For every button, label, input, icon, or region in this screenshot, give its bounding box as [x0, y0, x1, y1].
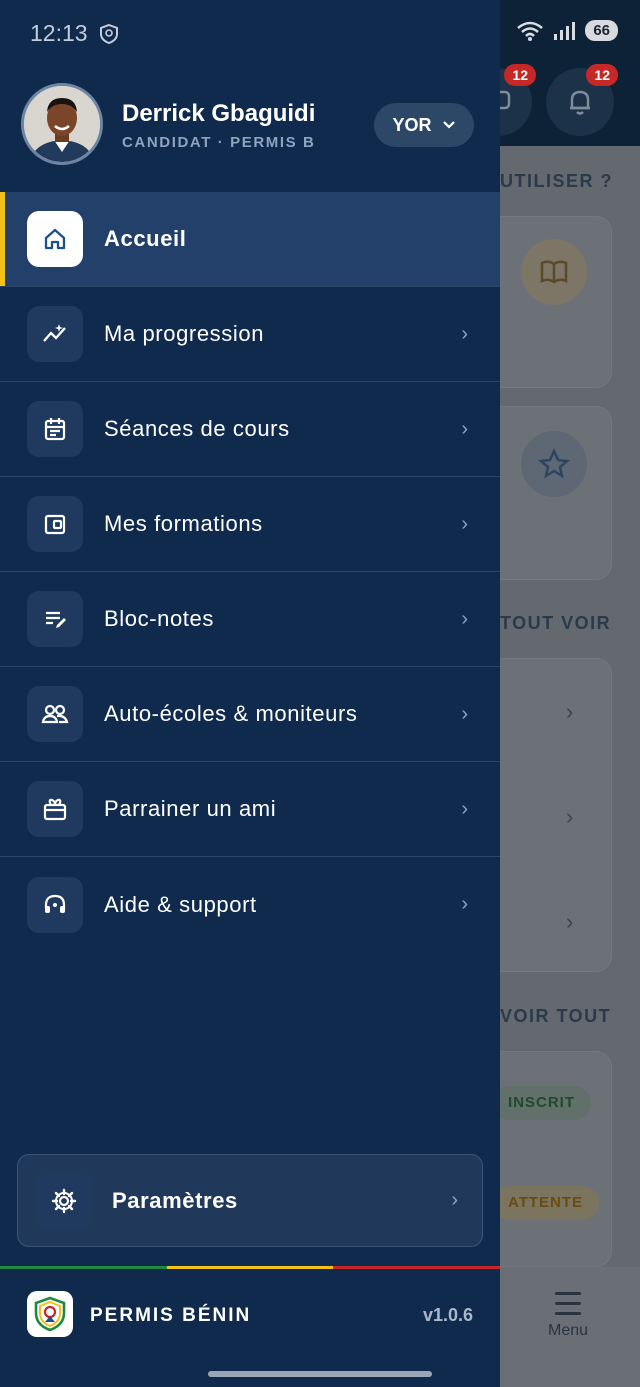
nav-item-label: Parrainer un ami	[104, 796, 277, 821]
star-badge	[521, 431, 587, 497]
home-indicator[interactable]	[208, 1371, 432, 1377]
menu-tab-label: Menu	[547, 1322, 589, 1339]
nav-item-parrainer[interactable]: Parrainer un ami ›	[0, 762, 500, 857]
notes-icon	[27, 591, 83, 647]
brand-name: PERMIS BÉNIN	[90, 1305, 252, 1326]
chevron-right-icon: ›	[461, 797, 468, 820]
nav-item-label: Aide & support	[104, 891, 257, 917]
chevron-right-icon[interactable]: ›	[566, 699, 573, 725]
chevron-right-icon: ›	[461, 417, 468, 440]
chevron-right-icon: ›	[461, 512, 468, 535]
gift-icon	[27, 781, 83, 837]
chevron-down-icon	[442, 121, 455, 129]
status-badge: INSCRIT	[492, 1086, 591, 1120]
menu-icon	[536, 1292, 600, 1315]
avatar-image	[24, 86, 100, 162]
battery-level: 66	[585, 20, 618, 41]
signal-icon	[554, 21, 576, 40]
nav-item-bloc-notes[interactable]: Bloc-notes ›	[0, 572, 500, 667]
nav-item-label: Accueil	[104, 226, 187, 251]
book-icon	[540, 260, 568, 284]
menu-tab[interactable]: Menu	[536, 1292, 600, 1340]
notifications-button[interactable]: 12	[546, 64, 618, 136]
profile-name: Derrick Gbaguidi	[122, 100, 316, 127]
language-selector[interactable]: YOR	[374, 103, 474, 147]
section-heading: TOUT VOIR	[500, 613, 612, 633]
profile-role: CANDIDAT · PERMIS B	[122, 134, 316, 151]
chevron-right-icon: ›	[461, 893, 468, 915]
star-icon	[538, 447, 570, 479]
nav-item-label: Mes formations	[104, 511, 263, 536]
bell-icon	[570, 90, 590, 115]
home-icon	[27, 211, 83, 267]
app-version: v1.0.6	[422, 1305, 473, 1325]
status-icons: 66	[517, 20, 618, 41]
nav-item-label: Séances de cours	[104, 416, 290, 441]
nav-item-progression[interactable]: Ma progression ›	[0, 287, 500, 382]
drawer-footer: PERMIS BÉNIN v1.0.6	[0, 1269, 500, 1387]
notifications-badge: 12	[586, 64, 618, 86]
status-time: 12:13	[30, 20, 88, 46]
nav-item-auto-ecoles[interactable]: Auto-écoles & moniteurs ›	[0, 667, 500, 762]
gear-icon	[36, 1172, 92, 1229]
nav-item-label: Ma progression	[104, 321, 265, 346]
chevron-right-icon: ›	[461, 702, 468, 725]
app-logo	[27, 1291, 73, 1337]
progress-chart-icon	[27, 306, 83, 362]
section-heading: UTILISER ?	[500, 171, 613, 191]
status-bar: 12:13	[30, 20, 120, 47]
settings-label: Paramètres	[112, 1187, 238, 1213]
profile-header: Derrick Gbaguidi CANDIDAT · PERMIS B YOR	[0, 80, 500, 190]
navigation-drawer: 12:13 Derrick Gbaguidi CANDIDAT · PERMIS…	[0, 0, 501, 1387]
chevron-right-icon: ›	[461, 607, 468, 630]
chevron-right-icon: ›	[451, 1189, 458, 1211]
avatar[interactable]	[21, 83, 103, 165]
nav-item-label: Bloc-notes	[104, 606, 214, 631]
shield-logo-icon	[34, 1296, 66, 1332]
nav-item-accueil[interactable]: Accueil	[0, 192, 500, 287]
chevron-right-icon: ›	[461, 322, 468, 345]
section-heading: VOIR TOUT	[500, 1006, 612, 1026]
nav-item-aide[interactable]: Aide & support ›	[0, 857, 500, 952]
messages-badge: 12	[504, 64, 536, 86]
nav-item-label: Auto-écoles & moniteurs	[104, 701, 358, 726]
language-code: YOR	[392, 114, 432, 135]
book-badge	[521, 239, 587, 305]
users-icon	[27, 686, 83, 742]
headset-icon	[27, 876, 83, 933]
settings-button[interactable]: Paramètres ›	[17, 1154, 483, 1247]
shield-icon	[99, 23, 118, 44]
chevron-right-icon[interactable]: ›	[566, 909, 573, 935]
chevron-right-icon[interactable]: ›	[566, 804, 573, 830]
calendar-icon	[27, 401, 83, 457]
wallet-icon	[27, 496, 83, 552]
wifi-icon	[517, 21, 544, 41]
status-badge: ATTENTE	[492, 1186, 600, 1220]
nav-item-seances[interactable]: Séances de cours ›	[0, 382, 500, 477]
nav-item-formations[interactable]: Mes formations ›	[0, 477, 500, 572]
nav-menu: Accueil Ma progression › Séances de cour…	[0, 192, 500, 952]
